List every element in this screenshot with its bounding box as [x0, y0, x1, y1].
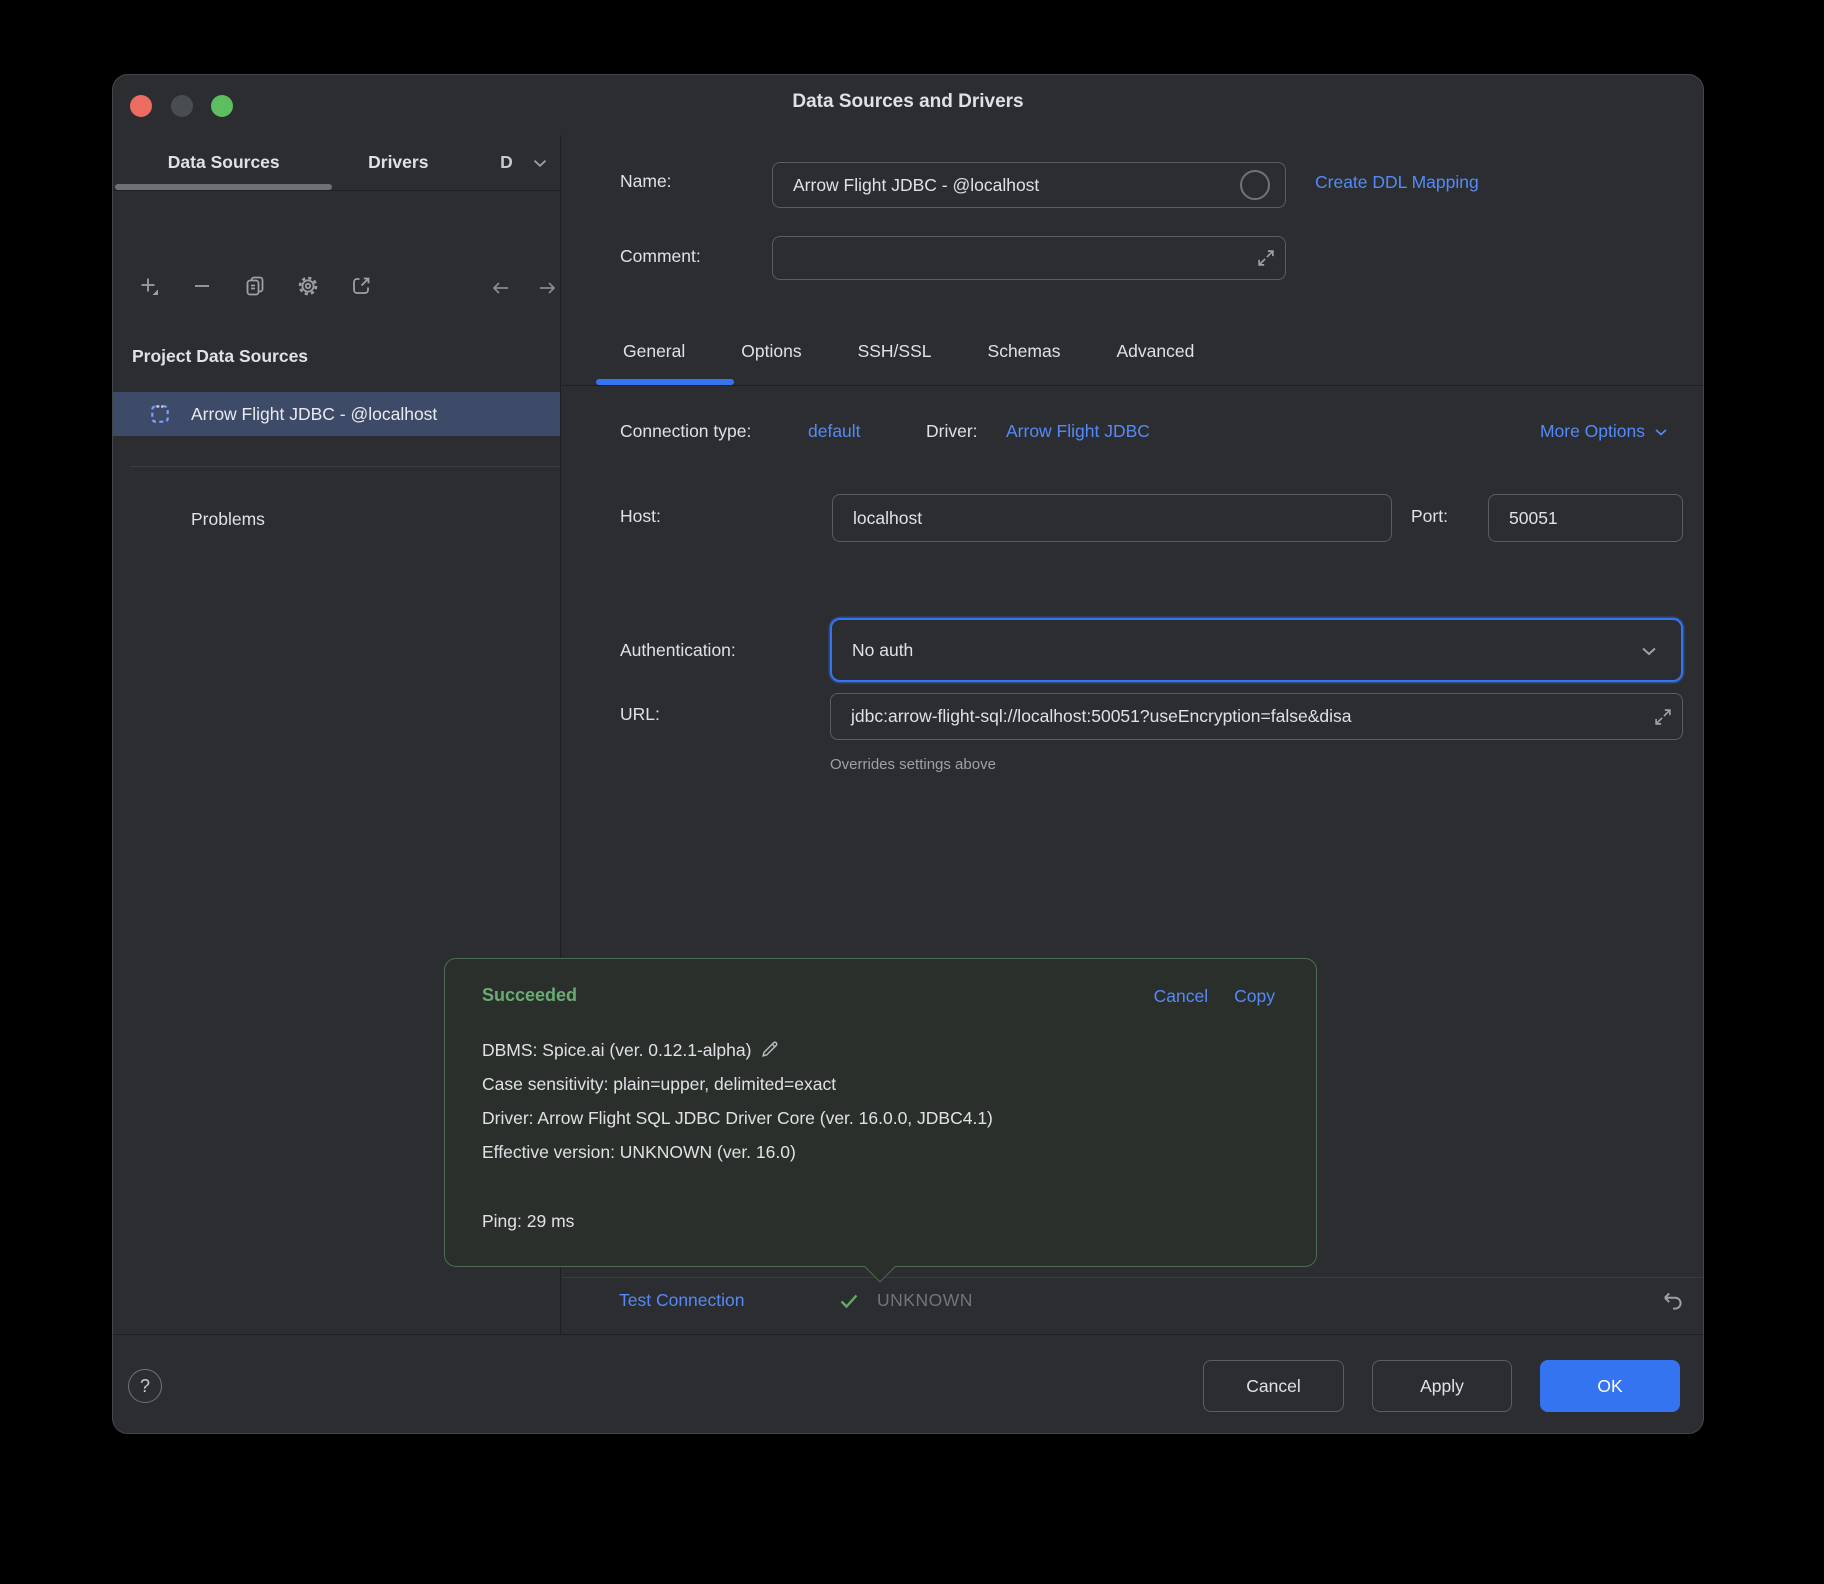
active-tab-indicator: [596, 379, 734, 385]
url-value: jdbc:arrow-flight-sql://localhost:50051?…: [831, 694, 1682, 739]
test-connection-link[interactable]: Test Connection: [619, 1290, 745, 1311]
data-source-label: Arrow Flight JDBC - @localhost: [191, 392, 437, 436]
url-label: URL:: [620, 704, 660, 725]
chevron-down-icon: [1651, 422, 1671, 442]
comment-label: Comment:: [620, 246, 701, 267]
host-value: localhost: [833, 495, 1391, 541]
host-input[interactable]: localhost: [832, 494, 1392, 542]
port-input[interactable]: 50051: [1488, 494, 1683, 542]
tab-ddl-truncated[interactable]: D: [462, 135, 560, 190]
undo-icon[interactable]: [1660, 1288, 1686, 1314]
tab-data-sources[interactable]: Data Sources: [113, 135, 334, 190]
name-label: Name:: [620, 171, 672, 192]
check-icon: [837, 1289, 861, 1313]
tab-schemas[interactable]: Schemas: [960, 323, 1089, 379]
dialog-footer: ? Cancel Apply OK: [113, 1334, 1703, 1433]
url-input[interactable]: jdbc:arrow-flight-sql://localhost:50051?…: [830, 693, 1683, 740]
more-options-label: More Options: [1540, 421, 1645, 442]
tab-drivers[interactable]: Drivers: [334, 135, 462, 190]
tab-ddl-label: D: [500, 152, 513, 173]
connection-type-label: Connection type:: [620, 421, 751, 442]
tab-advanced[interactable]: Advanced: [1088, 323, 1222, 379]
popup-actions: Cancel Copy: [1154, 986, 1275, 1007]
popup-cancel-link[interactable]: Cancel: [1154, 986, 1208, 1007]
pencil-icon[interactable]: [759, 1038, 781, 1060]
chevron-down-icon: [1637, 639, 1661, 663]
open-in-new-icon[interactable]: [349, 274, 373, 298]
back-arrow-icon[interactable]: [489, 276, 513, 300]
data-sources-dialog: Data Sources and Drivers Data Sources Dr…: [112, 74, 1704, 1434]
help-label: ?: [140, 1376, 150, 1397]
progress-circle-icon: [1240, 170, 1270, 200]
tab-drivers-label: Drivers: [368, 152, 428, 173]
driver-link[interactable]: Arrow Flight JDBC: [1006, 421, 1150, 442]
authentication-value: No auth: [832, 620, 1681, 680]
test-connection-result-popup: Succeeded Cancel Copy DBMS: Spice.ai (ve…: [444, 958, 1317, 1267]
sidebar-toolbar: [137, 274, 373, 298]
connection-type-link[interactable]: default: [808, 421, 861, 442]
status-row-separator: [562, 1277, 1703, 1278]
case-sensitivity-line: Case sensitivity: plain=upper, delimited…: [482, 1067, 1286, 1101]
active-tab-underline: [115, 184, 332, 190]
add-icon[interactable]: [137, 274, 161, 298]
create-ddl-mapping-link[interactable]: Create DDL Mapping: [1315, 172, 1479, 193]
tab-options[interactable]: Options: [713, 323, 829, 379]
sidebar-item-arrow-flight-jdbc[interactable]: Arrow Flight JDBC - @localhost: [113, 392, 560, 436]
data-source-icon: [149, 403, 171, 425]
expand-icon[interactable]: [1652, 706, 1674, 728]
gear-icon[interactable]: [296, 274, 320, 298]
tabs-separator: [562, 385, 1703, 386]
port-value: 50051: [1489, 495, 1682, 541]
sidebar-separator: [130, 466, 560, 467]
remove-icon[interactable]: [190, 274, 214, 298]
driver-line: Driver: Arrow Flight SQL JDBC Driver Cor…: [482, 1101, 1286, 1135]
expand-icon[interactable]: [1255, 247, 1277, 269]
titlebar: Data Sources and Drivers: [113, 75, 1703, 135]
driver-label: Driver:: [926, 421, 978, 442]
sidebar-tab-bar: Data Sources Drivers D: [113, 135, 560, 191]
effective-version-line: Effective version: UNKNOWN (ver. 16.0): [482, 1135, 1286, 1169]
authentication-label: Authentication:: [620, 640, 736, 661]
apply-button[interactable]: Apply: [1372, 1360, 1512, 1412]
popup-copy-link[interactable]: Copy: [1234, 986, 1275, 1007]
name-input[interactable]: Arrow Flight JDBC - @localhost: [772, 162, 1286, 208]
port-label: Port:: [1411, 506, 1448, 527]
ok-button[interactable]: OK: [1540, 1360, 1680, 1412]
forward-arrow-icon[interactable]: [535, 276, 559, 300]
cancel-button[interactable]: Cancel: [1203, 1360, 1344, 1412]
ping-line: Ping: 29 ms: [482, 1204, 574, 1238]
sidebar-item-problems[interactable]: Problems: [191, 509, 265, 530]
authentication-select[interactable]: No auth: [830, 618, 1683, 682]
dbms-line: DBMS: Spice.ai (ver. 0.12.1-alpha): [482, 1033, 1286, 1067]
connection-status: Succeeded: [482, 985, 577, 1006]
comment-input[interactable]: [772, 236, 1286, 280]
host-label: Host:: [620, 506, 661, 527]
tab-data-sources-label: Data Sources: [168, 152, 280, 173]
chevron-down-icon[interactable]: [529, 152, 551, 174]
name-value: Arrow Flight JDBC - @localhost: [773, 163, 1285, 207]
tab-ssh-ssl[interactable]: SSH/SSL: [830, 323, 960, 379]
connection-result-text: UNKNOWN: [877, 1290, 973, 1311]
url-override-note: Overrides settings above: [830, 756, 996, 773]
more-options-link[interactable]: More Options: [1540, 421, 1671, 442]
popup-details: DBMS: Spice.ai (ver. 0.12.1-alpha) Case …: [482, 1033, 1286, 1169]
sidebar-section-header: Project Data Sources: [132, 346, 308, 367]
copy-icon[interactable]: [243, 274, 267, 298]
window-title: Data Sources and Drivers: [113, 91, 1703, 113]
help-button[interactable]: ?: [128, 1369, 162, 1403]
tab-general[interactable]: General: [595, 323, 713, 379]
settings-tab-bar: General Options SSH/SSL Schemas Advanced: [595, 323, 1222, 379]
